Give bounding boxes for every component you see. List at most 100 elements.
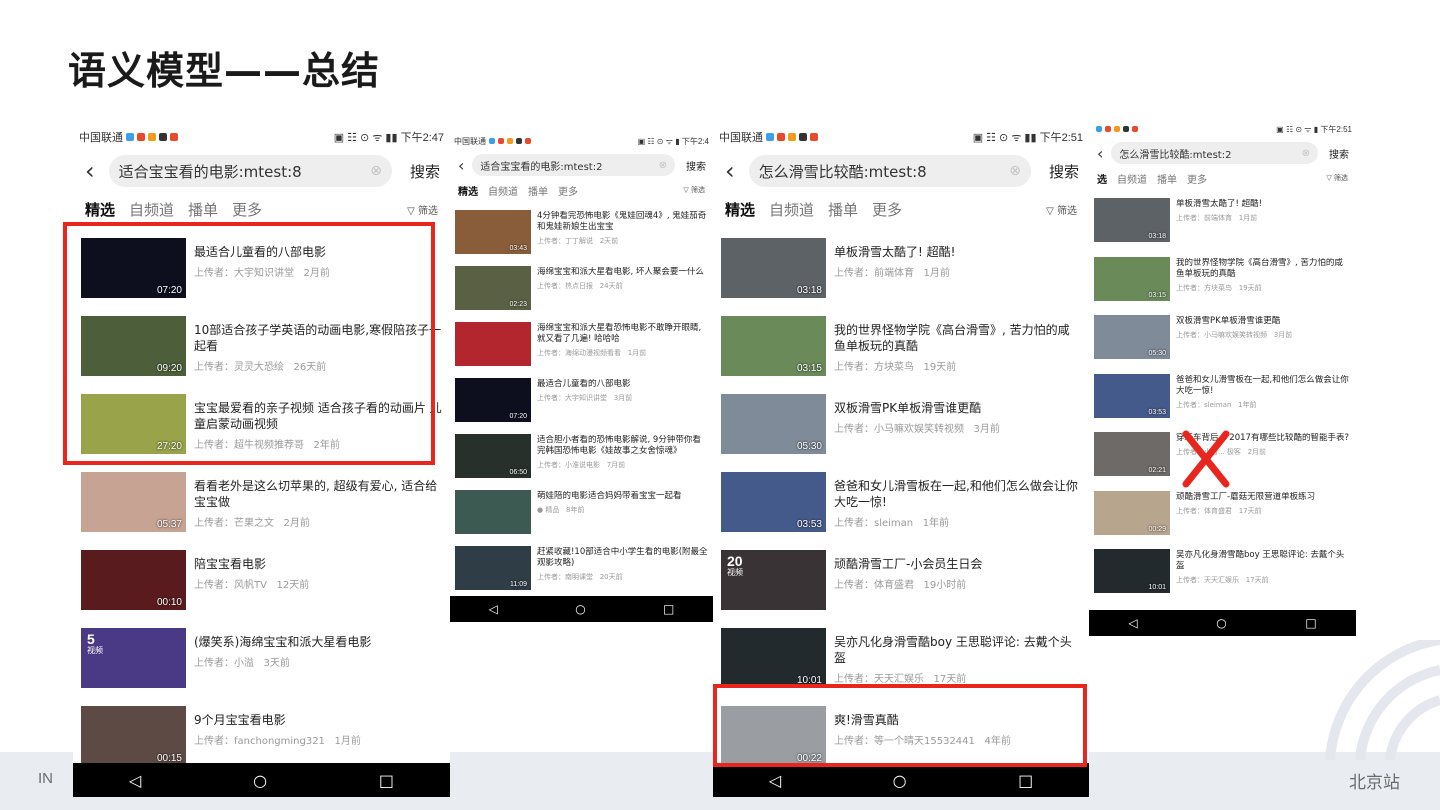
video-thumbnail[interactable] bbox=[455, 322, 531, 366]
video-thumbnail[interactable]: 05:37 bbox=[81, 472, 186, 532]
video-title[interactable]: 吴亦凡化身滑雪酷boy 王思聪评论: 去戴个头盔 bbox=[834, 634, 1081, 666]
video-title[interactable]: 萌娃陪的电影适合妈妈带着宝宝一起看 bbox=[537, 491, 708, 502]
nav-home-icon[interactable]: ○ bbox=[253, 771, 267, 790]
tab-0[interactable]: 选 bbox=[1097, 171, 1107, 186]
video-title[interactable]: 吴亦凡化身滑雪酷boy 王思聪评论: 去戴个头盔 bbox=[1176, 550, 1351, 572]
nav-home-icon[interactable]: ○ bbox=[893, 771, 907, 790]
video-thumbnail[interactable]: 02:23 bbox=[455, 266, 531, 310]
clear-icon[interactable]: ⊗ bbox=[659, 160, 667, 171]
tab-2[interactable]: 播单 bbox=[528, 183, 548, 198]
video-result-item[interactable]: 05:30 双板滑雪PK单板滑雪谁更酷 上传者：小马嘛欢娱笑转视频 3月前 bbox=[721, 386, 1081, 463]
back-chevron-icon[interactable]: ‹ bbox=[725, 157, 735, 185]
video-title[interactable]: 单板滑雪太酷了! 超酷! bbox=[1176, 199, 1351, 210]
video-result-item[interactable]: 02:23 海绵宝宝和派大星看电影, 坏人聚会要一什么 上传者：热点日报 24天前 bbox=[455, 260, 708, 316]
video-result-item[interactable]: 10:01 吴亦凡化身滑雪酷boy 王思聪评论: 去戴个头盔 上传者：天天汇娱乐 1… bbox=[1094, 543, 1351, 602]
nav-home-icon[interactable]: ○ bbox=[575, 602, 585, 616]
back-chevron-icon[interactable]: ‹ bbox=[458, 156, 464, 175]
nav-back-icon[interactable]: ◁ bbox=[1128, 616, 1137, 630]
video-thumbnail[interactable]: 03:18 bbox=[1094, 198, 1170, 242]
video-title[interactable]: 陪宝宝看电影 bbox=[194, 556, 442, 572]
video-thumbnail[interactable]: 03:53 bbox=[1094, 373, 1170, 418]
video-title[interactable]: (爆笑系)海绵宝宝和派大星看电影 bbox=[194, 634, 442, 650]
nav-back-icon[interactable]: ◁ bbox=[489, 602, 498, 616]
tab-3[interactable]: 更多 bbox=[872, 199, 902, 220]
video-result-item[interactable]: 03:15 我的世界怪物学院《高台滑雪》, 苦力怕的咸鱼单板玩的真酷 上传者：方块菜… bbox=[721, 308, 1081, 385]
video-result-item[interactable]: 00:10 陪宝宝看电影 上传者：风帆TV 12天前 bbox=[81, 542, 442, 619]
video-thumbnail[interactable]: 10:01 bbox=[1094, 549, 1170, 593]
video-title[interactable]: 看看老外是这么切苹果的, 超级有爱心, 适合给宝宝做 bbox=[194, 478, 442, 510]
video-result-item[interactable]: 萌娃陪的电影适合妈妈带着宝宝一起看 ● 精品 8年前 bbox=[455, 484, 708, 540]
video-title[interactable]: 适合胆小者看的恐怖电影解说, 9分钟带你看完韩国恐怖电影《娃故事之女舍惊魂》 bbox=[537, 435, 708, 457]
nav-recents-icon[interactable]: □ bbox=[1018, 771, 1033, 790]
tab-1[interactable]: 自频道 bbox=[129, 199, 174, 220]
video-result-item[interactable]: 03:53 爸爸和女儿滑雪板在一起,和他们怎么做会让你大吃一惊! 上传者：sleim… bbox=[1094, 368, 1351, 427]
video-thumbnail[interactable]: 07:20 bbox=[455, 378, 531, 422]
video-title[interactable]: 爸爸和女儿滑雪板在一起,和他们怎么做会让你大吃一惊! bbox=[834, 478, 1081, 510]
tab-0[interactable]: 精选 bbox=[85, 199, 115, 220]
video-thumbnail[interactable]: 03:18 bbox=[721, 238, 826, 298]
video-title[interactable]: 海绵宝宝和派大星看恐怖电影不敢睁开眼睛, 就又看了几遍! 哈哈哈 bbox=[537, 323, 708, 345]
video-title[interactable]: 我的世界怪物学院《高台滑雪》, 苦力怕的咸鱼单板玩的真酷 bbox=[1176, 258, 1351, 280]
clear-icon[interactable]: ⊗ bbox=[1302, 148, 1310, 159]
nav-home-icon[interactable]: ○ bbox=[1216, 616, 1226, 630]
video-title[interactable]: 我的世界怪物学院《高台滑雪》, 苦力怕的咸鱼单板玩的真酷 bbox=[834, 322, 1081, 354]
search-input[interactable]: 怎么滑雪比较酷:mtest:2 ⊗ bbox=[1111, 142, 1318, 164]
video-thumbnail[interactable]: 03:15 bbox=[1094, 256, 1170, 301]
clear-icon[interactable]: ⊗ bbox=[1009, 163, 1021, 179]
tab-1[interactable]: 自频道 bbox=[488, 183, 518, 198]
video-thumbnail[interactable]: 03:15 bbox=[721, 316, 826, 376]
filter-button[interactable]: ▽ 筛选 bbox=[1326, 173, 1348, 183]
video-title[interactable]: 双板滑雪PK单板滑雪谁更酷 bbox=[1176, 316, 1351, 327]
video-result-item[interactable]: 00:29 顽酷滑雪工厂-蘑菇无限营道单板练习 上传者：体育盛君 17天前 bbox=[1094, 485, 1351, 544]
tab-3[interactable]: 更多 bbox=[1187, 171, 1207, 186]
video-thumbnail[interactable]: 20 视频 bbox=[721, 550, 826, 610]
search-button[interactable]: 搜索 bbox=[1326, 146, 1352, 161]
video-result-item[interactable]: 03:43 4分钟看完恐怖电影《鬼娃回魂4》, 鬼娃茄奇和鬼娃新娘生出宝宝 上传者：… bbox=[455, 204, 708, 260]
tab-3[interactable]: 更多 bbox=[232, 199, 262, 220]
search-input[interactable]: 适合宝宝看的电影:mtest:8 ⊗ bbox=[108, 155, 392, 187]
video-title[interactable]: 单板滑雪太酷了! 超酷! bbox=[834, 244, 1081, 260]
video-result-item[interactable]: 11:09 赶紧收藏!10部适合中小学生看的电影(附最全观影攻略) 上传者：南明课堂… bbox=[455, 540, 708, 596]
video-result-item[interactable]: 5 视频 (爆笑系)海绵宝宝和派大星看电影 上传者：小溢 3天前 bbox=[81, 620, 442, 697]
video-title[interactable]: 双板滑雪PK单板滑雪谁更酷 bbox=[834, 400, 1081, 416]
tab-3[interactable]: 更多 bbox=[558, 183, 578, 198]
search-button[interactable]: 搜索 bbox=[683, 158, 709, 173]
nav-back-icon[interactable]: ◁ bbox=[129, 771, 141, 790]
filter-button[interactable]: ▽ 筛选 bbox=[407, 202, 438, 217]
video-result-item[interactable]: 03:18 单板滑雪太酷了! 超酷! 上传者：前端体育 1月前 bbox=[1094, 192, 1351, 251]
video-thumbnail[interactable]: 02:21 bbox=[1094, 432, 1170, 476]
tab-1[interactable]: 自频道 bbox=[769, 199, 814, 220]
video-thumbnail[interactable]: 03:53 bbox=[721, 472, 826, 532]
video-result-item[interactable]: 05:37 看看老外是这么切苹果的, 超级有爱心, 适合给宝宝做 上传者：芒果之文 … bbox=[81, 464, 442, 541]
video-title[interactable]: 海绵宝宝和派大星看电影, 坏人聚会要一什么 bbox=[537, 267, 708, 278]
video-title[interactable]: 9个月宝宝看电影 bbox=[194, 712, 442, 728]
video-title[interactable]: 顽酷滑雪工厂-小会员生日会 bbox=[834, 556, 1081, 572]
nav-recents-icon[interactable]: □ bbox=[1305, 616, 1316, 630]
back-chevron-icon[interactable]: ‹ bbox=[85, 157, 95, 185]
video-result-item[interactable]: 20 视频 顽酷滑雪工厂-小会员生日会 上传者：体育盛君 19小时前 bbox=[721, 542, 1081, 619]
video-thumbnail[interactable]: 10:01 bbox=[721, 628, 826, 688]
tab-0[interactable]: 精选 bbox=[458, 183, 478, 198]
nav-back-icon[interactable]: ◁ bbox=[769, 771, 781, 790]
tab-0[interactable]: 精选 bbox=[725, 199, 755, 220]
video-title[interactable]: 最适合儿童看的八部电影 bbox=[537, 379, 708, 390]
video-thumbnail[interactable]: 5 视频 bbox=[81, 628, 186, 688]
video-result-item[interactable]: 05:30 双板滑雪PK单板滑雪谁更酷 上传者：小马嘛欢娱笑转视频 3月前 bbox=[1094, 309, 1351, 368]
nav-recents-icon[interactable]: □ bbox=[379, 771, 394, 790]
video-result-item[interactable]: 03:53 爸爸和女儿滑雪板在一起,和他们怎么做会让你大吃一惊! 上传者：sleim… bbox=[721, 464, 1081, 541]
video-result-item[interactable]: 06:50 适合胆小者看的恐怖电影解说, 9分钟带你看完韩国恐怖电影《娃故事之女舍… bbox=[455, 428, 708, 484]
video-thumbnail[interactable]: 05:30 bbox=[1094, 315, 1170, 359]
video-title[interactable]: 4分钟看完恐怖电影《鬼娃回魂4》, 鬼娃茄奇和鬼娃新娘生出宝宝 bbox=[537, 211, 708, 233]
filter-button[interactable]: ▽ 筛选 bbox=[683, 185, 705, 195]
video-thumbnail[interactable]: 05:30 bbox=[721, 394, 826, 454]
video-result-item[interactable]: 03:18 单板滑雪太酷了! 超酷! 上传者：前端体育 1月前 bbox=[721, 230, 1081, 307]
search-button[interactable]: 搜索 bbox=[1045, 161, 1083, 182]
clear-icon[interactable]: ⊗ bbox=[370, 163, 382, 179]
video-thumbnail[interactable]: 06:50 bbox=[455, 434, 531, 478]
tab-2[interactable]: 播单 bbox=[188, 199, 218, 220]
video-title[interactable]: 爸爸和女儿滑雪板在一起,和他们怎么做会让你大吃一惊! bbox=[1176, 375, 1351, 397]
video-result-item[interactable]: 03:15 我的世界怪物学院《高台滑雪》, 苦力怕的咸鱼单板玩的真酷 上传者：方块菜… bbox=[1094, 251, 1351, 310]
video-thumbnail[interactable]: 00:10 bbox=[81, 550, 186, 610]
search-button[interactable]: 搜索 bbox=[406, 161, 444, 182]
video-thumbnail[interactable] bbox=[455, 490, 531, 534]
